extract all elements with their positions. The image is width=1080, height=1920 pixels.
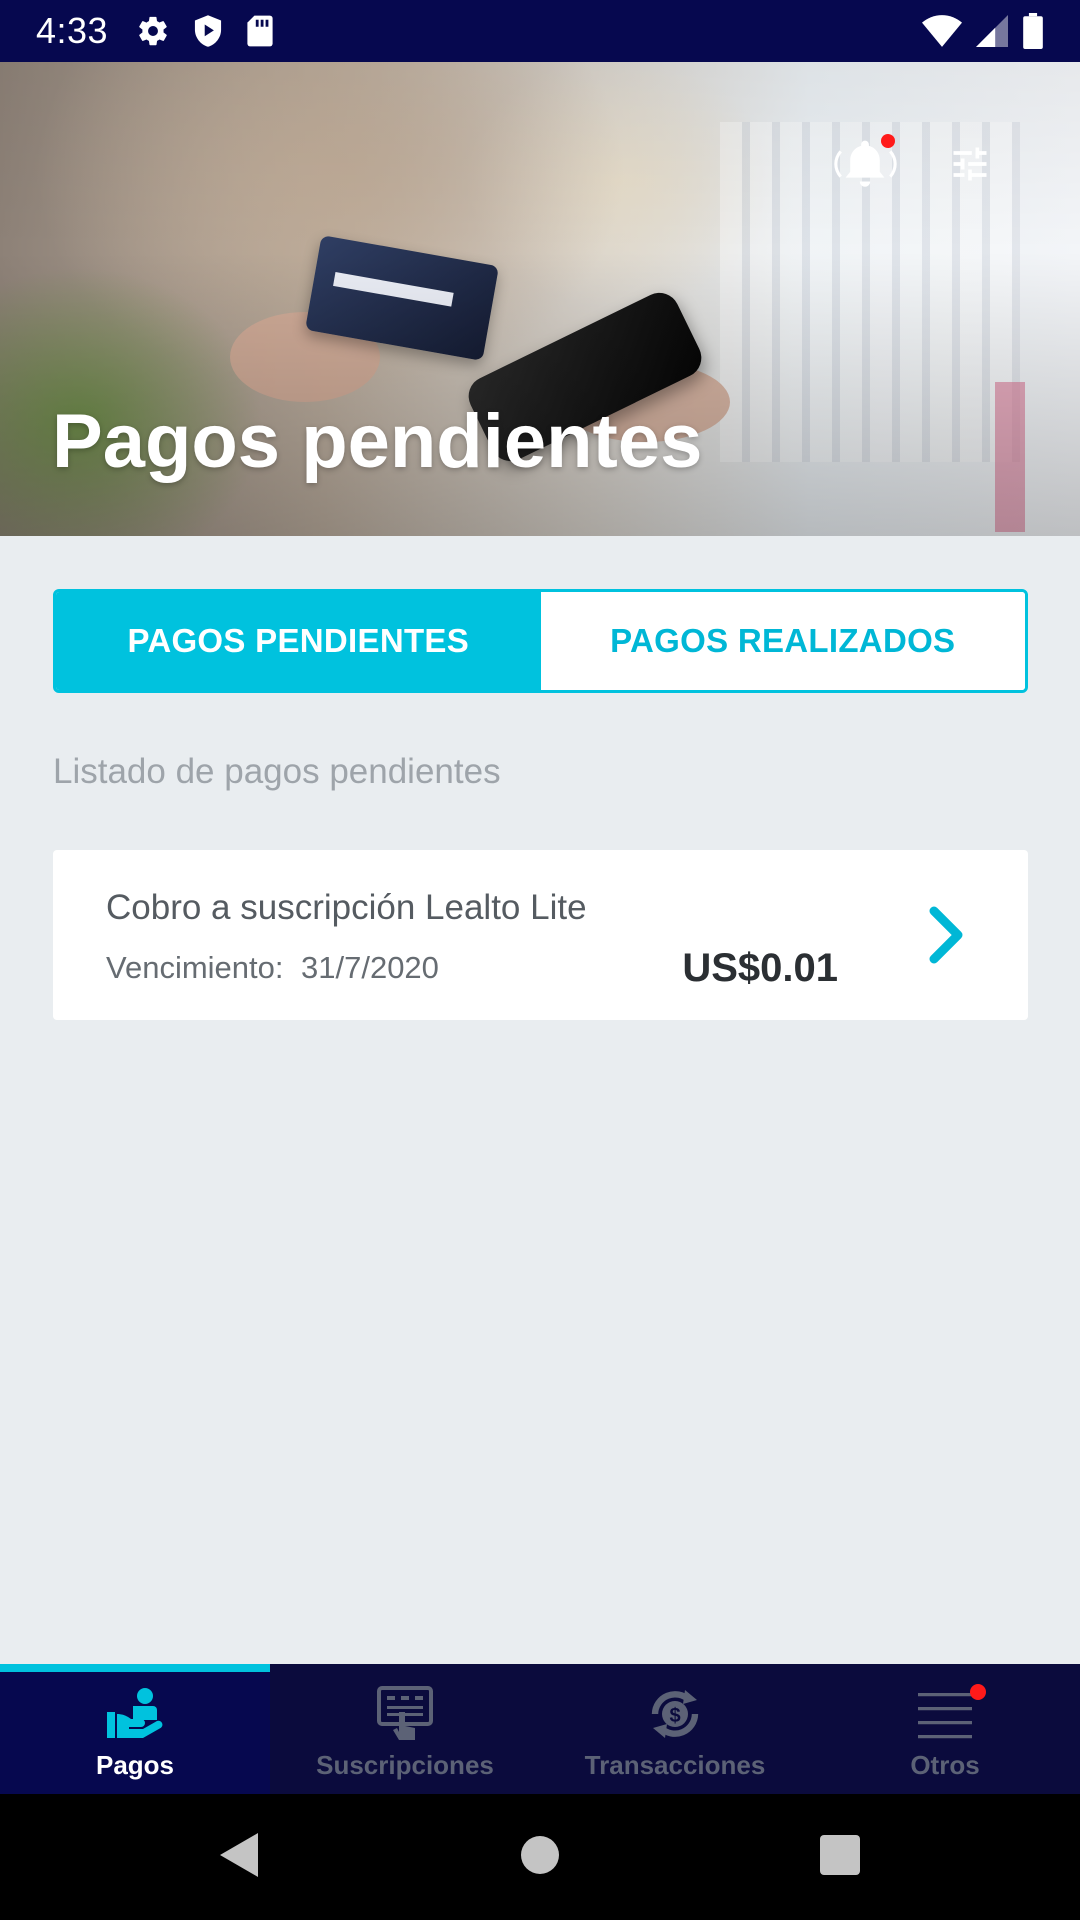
nav-label-otros: Otros [910, 1750, 980, 1780]
bottom-navigation: Pagos Suscripciones $ Transacciones Otro… [0, 1664, 1080, 1794]
recents-button[interactable] [690, 1834, 990, 1880]
app-screen: 4:33 Pagos pendientes PAGOS PENDIENTES P… [0, 0, 1080, 1920]
back-icon [218, 1831, 262, 1884]
page-title: Pagos pendientes [52, 399, 703, 484]
nav-item-otros[interactable]: Otros [810, 1664, 1080, 1794]
filter-button[interactable] [930, 126, 1010, 206]
battery-icon [1022, 13, 1044, 49]
nav-item-transacciones[interactable]: $ Transacciones [540, 1664, 810, 1794]
recents-icon [820, 1834, 860, 1880]
cell-signal-icon [976, 15, 1008, 47]
subscriptions-icon [377, 1678, 433, 1750]
chevron-right-icon[interactable] [926, 905, 966, 965]
filter-sliders-icon [947, 142, 993, 191]
status-right-icons [922, 13, 1044, 49]
sd-card-icon [246, 14, 274, 48]
payments-hand-icon [105, 1678, 165, 1750]
system-navigation-bar [0, 1794, 1080, 1920]
nav-item-suscripciones[interactable]: Suscripciones [270, 1664, 540, 1794]
hero-banner: Pagos pendientes [0, 62, 1080, 536]
back-button[interactable] [90, 1831, 390, 1884]
payments-tabs: PAGOS PENDIENTES PAGOS REALIZADOS [53, 589, 1028, 693]
payment-title: Cobro a suscripción Lealto Lite [106, 888, 587, 927]
nav-item-pagos[interactable]: Pagos [0, 1664, 270, 1794]
payment-due-label: Vencimiento: [106, 950, 284, 985]
nav-label-pagos: Pagos [95, 1750, 175, 1780]
status-bar: 4:33 [0, 0, 1080, 62]
wifi-icon [922, 15, 962, 47]
shield-play-icon [192, 14, 224, 48]
tab-pagos-realizados[interactable]: PAGOS REALIZADOS [540, 592, 1025, 690]
notification-dot [970, 1684, 986, 1700]
payment-due-date: 31/7/2020 [301, 950, 439, 985]
status-left-icons [136, 14, 274, 48]
list-caption: Listado de pagos pendientes [53, 752, 501, 791]
status-time: 4:33 [36, 10, 109, 51]
home-icon [520, 1835, 560, 1880]
menu-lines-icon [918, 1678, 986, 1750]
settings-icon [136, 14, 170, 48]
svg-text:$: $ [669, 1705, 680, 1727]
notification-dot [881, 134, 895, 148]
tab-pagos-pendientes[interactable]: PAGOS PENDIENTES [56, 592, 541, 690]
notifications-button[interactable] [825, 126, 905, 206]
home-button[interactable] [390, 1835, 690, 1880]
transactions-exchange-icon: $ [645, 1678, 705, 1750]
pending-payment-item[interactable]: Cobro a suscripción Lealto Lite Vencimie… [53, 850, 1028, 1020]
nav-label-suscripciones: Suscripciones [316, 1750, 494, 1780]
payment-amount: US$0.01 [682, 946, 838, 990]
nav-label-transacciones: Transacciones [584, 1750, 766, 1780]
